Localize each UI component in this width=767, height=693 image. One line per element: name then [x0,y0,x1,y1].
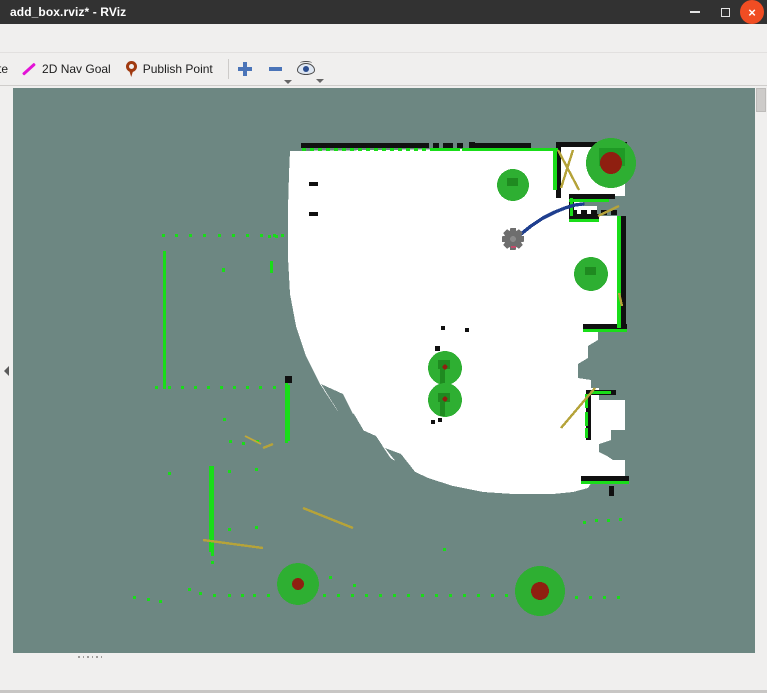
toolbar-item-2d-nav-goal-label: 2D Nav Goal [42,62,111,76]
resize-grip[interactable] [78,653,102,660]
toolbar-separator [227,59,229,79]
minus-icon[interactable] [267,61,283,77]
maximize-icon [720,7,730,17]
toolbar-item-clipped-label: te [0,62,9,76]
view-visibility-dropdown[interactable] [296,61,324,83]
chevron-down-icon [315,79,324,83]
eye-icon[interactable] [296,61,315,76]
rviz-toolbar: te 2D Nav Goal Publish Point [0,53,767,86]
toolbar-item-publish-point[interactable]: Publish Point [118,56,220,83]
toolbar-item-clipped[interactable]: te [0,56,15,83]
chevron-down-icon [283,80,292,84]
minimize-button[interactable] [680,0,710,24]
left-panel-splitter[interactable] [0,88,13,653]
map-render-layer [13,88,755,653]
menu-bar [0,24,767,53]
close-button[interactable]: × [740,0,764,24]
rviz-3d-view[interactable] [13,88,755,653]
close-icon: × [748,4,756,20]
window-title: add_box.rviz* - RViz [10,5,127,19]
plus-icon[interactable] [237,61,253,77]
bottom-status-strip [0,653,767,693]
window-controls: × [680,0,767,24]
toolbar-zoom-group [237,61,324,84]
nav-goal-icon [22,62,37,77]
zoom-out-dropdown[interactable] [267,61,292,84]
toolbar-item-2d-nav-goal[interactable]: 2D Nav Goal [15,56,118,83]
chevron-left-icon[interactable] [4,365,9,376]
publish-point-pin-icon [125,61,138,77]
robot-pose-marker [502,228,524,250]
minimize-icon [690,11,700,13]
window-titlebar: add_box.rviz* - RViz × [0,0,767,24]
maximize-button[interactable] [710,0,740,24]
viewport-scrollbar[interactable] [755,88,767,653]
scrollbar-thumb[interactable] [756,88,766,112]
toolbar-item-publish-point-label: Publish Point [142,62,213,76]
